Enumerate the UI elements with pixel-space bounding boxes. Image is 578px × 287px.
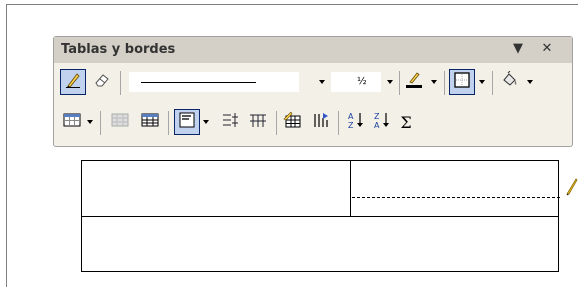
distribute-rows-icon — [221, 112, 239, 132]
toolbar-options-button[interactable]: ▼ — [509, 39, 527, 59]
line-weight-dropdown[interactable]: ½ — [330, 71, 382, 93]
distribute-columns-icon — [249, 112, 267, 132]
insert-table-icon — [63, 112, 81, 132]
toolbar-separator — [444, 71, 445, 95]
document-left-edge — [6, 4, 7, 287]
toolbar-separator — [399, 71, 400, 95]
chevron-down-icon — [527, 80, 533, 84]
document-top-edge — [6, 4, 578, 5]
draw-table-button[interactable] — [60, 69, 86, 95]
toolbar-separator — [338, 111, 339, 135]
pencil-icon — [65, 72, 81, 92]
align-top-left-icon — [179, 112, 195, 132]
chevron-down-icon — [87, 120, 93, 124]
outside-border-button[interactable] — [449, 69, 475, 95]
border-color-button[interactable] — [402, 69, 426, 95]
line-style-arrow[interactable] — [316, 71, 328, 93]
align-arrow[interactable] — [200, 111, 212, 133]
insert-table-arrow[interactable] — [84, 111, 96, 133]
border-color-arrow[interactable] — [428, 71, 440, 93]
toolbar-close-button[interactable]: ✕ — [538, 39, 556, 59]
distribute-rows-button[interactable] — [218, 109, 242, 135]
text-direction-button[interactable] — [310, 109, 334, 135]
text-direction-icon — [313, 112, 331, 132]
toolbar-separator — [276, 111, 277, 135]
shading-color-icon — [501, 70, 519, 93]
line-style-icon — [141, 82, 256, 83]
chevron-down-icon — [431, 80, 437, 84]
svg-text:A: A — [374, 121, 380, 129]
split-cells-button[interactable] — [138, 109, 162, 135]
autosum-icon: Σ — [400, 112, 412, 132]
line-weight-arrow[interactable] — [384, 71, 396, 93]
outside-border-icon — [454, 72, 470, 92]
outside-border-arrow[interactable] — [476, 71, 488, 93]
toolbar-separator — [168, 111, 169, 135]
sort-descending-button[interactable]: Z A — [370, 109, 394, 135]
table-autoformat-button[interactable] — [280, 109, 304, 135]
table-cell[interactable] — [81, 216, 559, 272]
merge-cells-icon — [111, 112, 129, 132]
insert-table-button[interactable] — [60, 109, 84, 135]
border-color-icon — [405, 71, 423, 93]
chevron-down-icon — [203, 120, 209, 124]
toolbar-titlebar[interactable]: Tablas y bordes ▼ ✕ — [54, 37, 572, 63]
eraser-icon — [94, 72, 110, 92]
sort-descending-icon: Z A — [373, 111, 391, 133]
toolbar-row-2: A Z Z A Σ — [58, 107, 570, 139]
svg-text:Z: Z — [348, 121, 354, 129]
svg-text:A: A — [348, 112, 354, 121]
chevron-down-icon — [387, 80, 393, 84]
svg-text:Z: Z — [374, 112, 380, 121]
split-cells-icon — [141, 112, 159, 132]
sort-ascending-button[interactable]: A Z — [344, 109, 368, 135]
distribute-columns-button[interactable] — [246, 109, 270, 135]
sort-ascending-icon: A Z — [347, 111, 365, 133]
table-autoformat-icon — [283, 111, 301, 132]
align-top-left-button[interactable] — [174, 109, 200, 135]
toolbar-separator — [100, 111, 101, 135]
line-weight-value: ½ — [357, 76, 367, 87]
tables-borders-toolbar: Tablas y bordes ▼ ✕ ½ A Z Z A Σ — [53, 36, 573, 147]
toolbar-row-1: ½ — [58, 67, 570, 99]
shading-color-button[interactable] — [498, 69, 522, 95]
table-cell[interactable] — [350, 160, 559, 217]
shading-color-arrow[interactable] — [524, 71, 536, 93]
autosum-button[interactable]: Σ — [394, 109, 418, 135]
drawing-preview-line — [352, 197, 560, 198]
toolbar-title: Tablas y bordes — [61, 42, 176, 57]
pencil-cursor-icon — [565, 176, 578, 196]
chevron-down-icon — [319, 80, 325, 84]
chevron-down-icon — [479, 80, 485, 84]
table-cell[interactable] — [81, 160, 351, 217]
toolbar-separator — [492, 71, 493, 95]
merge-cells-button[interactable] — [108, 109, 132, 135]
toolbar-separator — [120, 71, 121, 95]
line-style-dropdown[interactable] — [128, 71, 300, 93]
eraser-button[interactable] — [90, 69, 114, 95]
